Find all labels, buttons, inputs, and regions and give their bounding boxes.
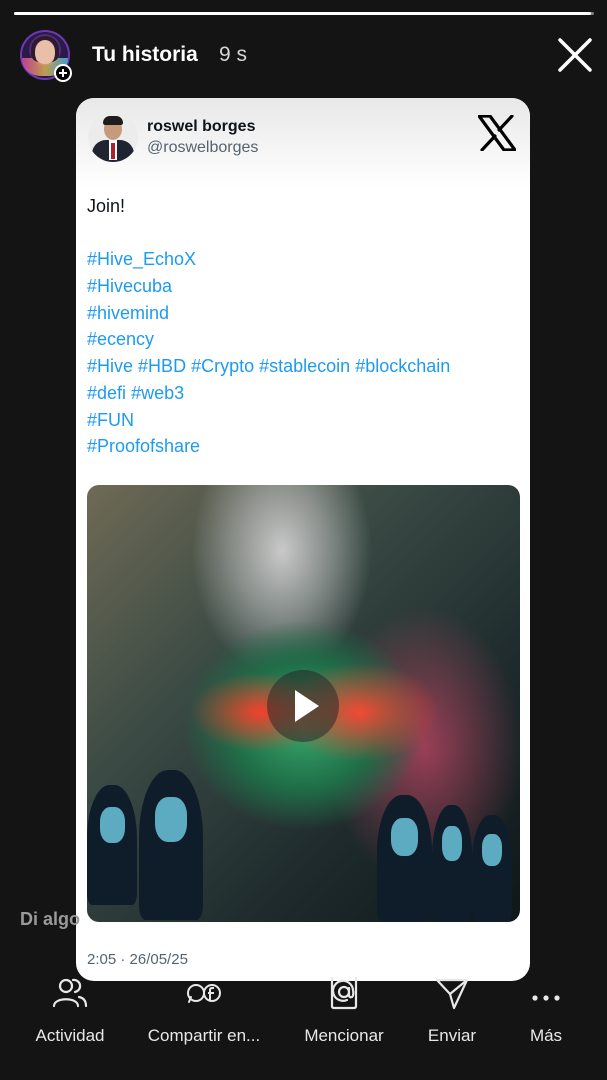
hashtag[interactable]: #Proofofshare <box>87 436 200 456</box>
story-title: Tu historia <box>92 43 198 66</box>
figure-face <box>390 817 419 856</box>
hooded-figure <box>472 815 512 922</box>
hashtag[interactable]: #ecency <box>87 329 154 349</box>
bottom-action-bar: Actividad Compartir en... Mencionar Envi… <box>0 970 607 1060</box>
tweet-text: Join! #Hive_EchoX #Hivecuba #hivemind #e… <box>87 193 517 460</box>
hooded-figure <box>432 805 472 922</box>
close-icon <box>558 38 592 72</box>
more-icon <box>532 995 560 1001</box>
hashtag[interactable]: #Hive <box>87 356 133 376</box>
figure-face <box>155 797 187 842</box>
story-progress-bar <box>14 12 594 15</box>
tweet-intro: Join! <box>87 196 126 216</box>
hashtag[interactable]: #Hive_EchoX <box>87 249 196 269</box>
author-name[interactable]: roswel borges <box>147 118 255 136</box>
whatsapp-facebook-icon <box>187 984 221 1003</box>
hashtag[interactable]: #stablecoin <box>259 356 350 376</box>
hashtag[interactable]: #Hivecuba <box>87 276 172 296</box>
story-header: Tu historia 9 s <box>20 30 595 82</box>
play-icon[interactable] <box>267 670 339 742</box>
tweet-video[interactable] <box>87 485 520 922</box>
avatar-tie <box>111 143 115 159</box>
hashtag[interactable]: #Crypto <box>191 356 254 376</box>
reply-input[interactable]: Di algo <box>20 909 80 930</box>
tweet-card[interactable]: roswel borges @roswelborges Join! #Hive_… <box>76 98 530 981</box>
story-time: 9 s <box>219 43 248 66</box>
hashtag[interactable]: #HBD <box>138 356 186 376</box>
hashtag[interactable]: #web3 <box>131 383 184 403</box>
x-logo-icon[interactable] <box>477 114 517 152</box>
add-story-icon[interactable] <box>54 64 72 82</box>
people-icon <box>52 978 88 1008</box>
mention-icon <box>330 976 358 1010</box>
author-avatar[interactable] <box>88 112 138 162</box>
avatar[interactable] <box>20 30 72 82</box>
tweet-timestamp: 2:05 · 26/05/25 <box>87 951 188 968</box>
figure-face <box>482 834 502 867</box>
author-handle[interactable]: @roswelborges <box>147 139 258 157</box>
activity-label: Actividad <box>35 1026 105 1045</box>
story-progress-fill <box>14 12 592 15</box>
hashtag[interactable]: #FUN <box>87 410 134 430</box>
card-header-shade <box>76 98 530 188</box>
figure-face <box>442 826 462 862</box>
x-logo-svg <box>477 114 517 152</box>
hooded-figure <box>139 770 203 920</box>
more-label: Más <box>529 1026 563 1045</box>
hooded-figure <box>377 795 432 922</box>
hooded-figure <box>87 785 137 905</box>
send-icon <box>435 978 469 1010</box>
figure-face <box>99 806 125 843</box>
avatar-hair-author <box>103 116 123 125</box>
hashtag[interactable]: #blockchain <box>355 356 450 376</box>
share-label: Compartir en... <box>147 1026 261 1045</box>
hashtag[interactable]: #hivemind <box>87 303 169 323</box>
avatar-face <box>35 40 55 64</box>
close-button[interactable] <box>556 36 594 74</box>
hashtag[interactable]: #defi <box>87 383 126 403</box>
